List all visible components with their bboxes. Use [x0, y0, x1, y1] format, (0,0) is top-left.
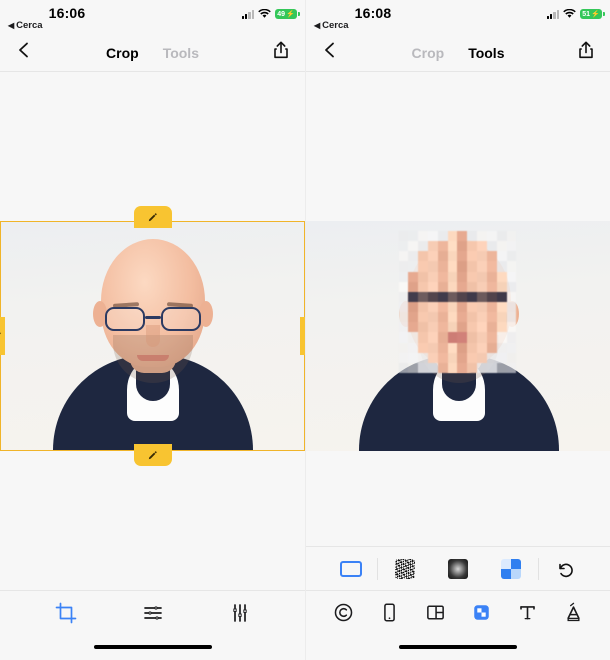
photo-head [92, 239, 213, 383]
adjust-tool-button[interactable] [142, 602, 164, 624]
noise-blur-style-button[interactable] [378, 558, 431, 579]
sliders-vertical-icon [232, 603, 247, 622]
battery-indicator: 49 ⚡ [275, 9, 300, 19]
share-button[interactable] [271, 40, 291, 65]
battery-indicator: 51 ⚡ [580, 9, 605, 19]
crop-handle-top[interactable] [133, 206, 172, 228]
cellular-signal-icon [241, 9, 254, 19]
share-icon [579, 41, 593, 59]
status-indicators: 49 ⚡ [241, 9, 300, 19]
rectangle-icon [339, 560, 362, 577]
battery-percent-label: 49 [277, 10, 286, 18]
pixelate-blur-style-button[interactable] [485, 558, 538, 579]
portrait-photo [0, 221, 305, 451]
status-clock: 16:06 [48, 5, 86, 21]
undo-icon [559, 563, 574, 577]
back-app-label: Cerca [16, 20, 43, 31]
tab-tools[interactable]: Tools [468, 45, 504, 61]
navigation-bar: Crop Tools [306, 34, 610, 72]
gaussian-swatch-icon [448, 558, 468, 579]
back-button[interactable] [14, 40, 34, 65]
wifi-icon [563, 9, 576, 18]
tools-screen-panel: ◀ Cerca 16:08 51 ⚡ Crop Tools [305, 0, 610, 660]
bottom-toolbar [306, 590, 610, 634]
home-indicator[interactable] [399, 645, 517, 649]
nav-tab-group: Crop Tools [306, 45, 610, 61]
photo-glasses [99, 307, 207, 333]
crop-handle-left[interactable] [0, 317, 5, 355]
status-bar: ◀ Cerca 16:08 51 ⚡ [306, 0, 610, 34]
status-bar: ◀ Cerca 16:06 49 ⚡ [0, 0, 305, 34]
back-app-label: Cerca [322, 20, 349, 31]
photo-glasses-bridge [144, 316, 161, 319]
photo-lens-right [160, 307, 201, 331]
navigation-bar: Crop Tools [0, 34, 305, 72]
crop-screen-panel: ◀ Cerca 16:06 49 ⚡ Crop Tools [0, 0, 305, 660]
phone-icon [383, 603, 395, 622]
layout-tool-button[interactable] [425, 602, 446, 623]
photo-mouth [136, 355, 169, 361]
tools-canvas [306, 72, 610, 546]
back-to-app-link[interactable]: ◀ Cerca [8, 20, 43, 31]
back-to-app-link[interactable]: ◀ Cerca [314, 20, 349, 31]
screenshot-comparison: ◀ Cerca 16:06 49 ⚡ Crop Tools ◀ Cerca 16… [0, 0, 610, 660]
copyright-icon [334, 603, 352, 622]
charging-bolt-icon: ⚡ [591, 10, 600, 18]
pencil-icon [148, 450, 157, 459]
photo-lens-left [104, 307, 145, 331]
pixelate-mask-overlay [398, 231, 517, 373]
battery-percent-label: 51 [582, 10, 591, 18]
crop-icon [55, 602, 76, 623]
back-button[interactable] [320, 40, 340, 65]
pencil-icon [304, 331, 306, 342]
pencil-icon [0, 332, 1, 334]
photo-container[interactable] [306, 221, 610, 451]
crop-canvas [0, 72, 305, 590]
home-indicator-area [0, 634, 305, 660]
home-indicator[interactable] [93, 645, 212, 649]
chevron-left-icon [325, 42, 334, 58]
cellular-signal-icon [546, 9, 559, 19]
gaussian-blur-style-button[interactable] [431, 558, 484, 579]
pixelate-icon [473, 605, 489, 620]
back-triangle-icon: ◀ [314, 20, 321, 30]
markup-tool-button[interactable] [229, 602, 251, 624]
tab-tools[interactable]: Tools [163, 45, 199, 61]
nav-tab-group: Crop Tools [0, 45, 305, 61]
undo-button[interactable] [539, 559, 592, 579]
crop-handle-right[interactable] [300, 317, 305, 355]
share-icon [274, 41, 288, 59]
bottom-toolbar [0, 590, 305, 634]
watermark-tool-button[interactable] [333, 602, 354, 623]
portrait-photo-pixelated [306, 221, 610, 451]
charging-bolt-icon: ⚡ [286, 10, 295, 18]
status-clock: 16:08 [354, 5, 392, 21]
back-triangle-icon: ◀ [8, 20, 15, 30]
wifi-icon [258, 9, 271, 18]
chevron-left-icon [19, 42, 28, 58]
status-indicators: 51 ⚡ [546, 9, 605, 19]
blur-style-toolbar [306, 546, 610, 590]
tab-crop[interactable]: Crop [106, 45, 139, 61]
rectangle-select-tool-button[interactable] [324, 560, 377, 577]
pixelate-swatch-icon [501, 558, 522, 579]
tab-crop[interactable]: Crop [412, 45, 445, 61]
home-indicator-area [306, 634, 610, 660]
photo-container[interactable] [0, 206, 305, 466]
highlighter-icon [566, 602, 580, 622]
crop-handle-bottom[interactable] [133, 444, 172, 466]
annotate-tool-button[interactable] [563, 602, 584, 623]
noise-swatch-icon [394, 558, 415, 579]
layout-grid-icon [426, 605, 444, 620]
pencil-icon [148, 212, 157, 221]
share-button[interactable] [576, 40, 596, 65]
crop-tool-button[interactable] [55, 602, 77, 624]
text-icon [519, 606, 535, 620]
text-tool-button[interactable] [517, 602, 538, 623]
pixelate-tool-button[interactable] [471, 602, 492, 623]
device-frame-tool-button[interactable] [379, 602, 400, 623]
sliders-horizontal-icon [143, 605, 162, 620]
